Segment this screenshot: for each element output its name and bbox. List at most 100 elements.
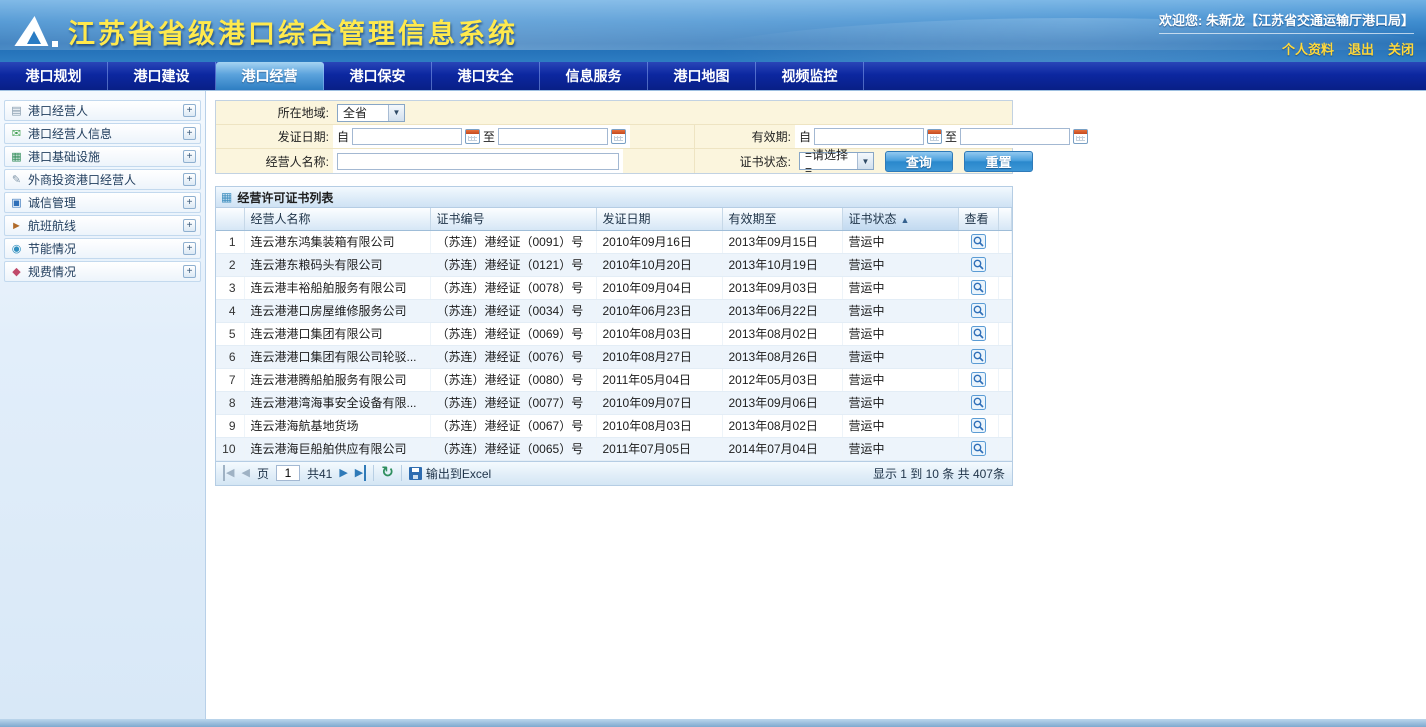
nav-tab-4[interactable]: 港口保安: [324, 62, 432, 90]
row-number: 8: [216, 391, 244, 414]
export-excel-button[interactable]: 输出到Excel: [409, 465, 491, 482]
view-detail-icon[interactable]: [970, 280, 986, 296]
sidebar-item-icon: ◆: [9, 265, 24, 278]
expand-plus-icon[interactable]: +: [183, 242, 196, 255]
expand-plus-icon[interactable]: +: [183, 219, 196, 232]
operator-name-cell: 连云港丰裕船舶服务有限公司: [244, 276, 430, 299]
view-detail-icon[interactable]: [970, 326, 986, 342]
validity-from-input[interactable]: [814, 128, 924, 145]
view-detail-icon[interactable]: [970, 372, 986, 388]
issue-date-to-input[interactable]: [498, 128, 608, 145]
calendar-icon[interactable]: [465, 129, 480, 144]
issue-date-cell: 2010年09月04日: [596, 276, 722, 299]
row-number: 10: [216, 437, 244, 460]
divider: [373, 465, 374, 481]
region-label: 所在地域:: [216, 104, 333, 121]
validity-to-input[interactable]: [960, 128, 1070, 145]
sidebar-item-2[interactable]: ✉港口经营人信息+: [4, 123, 201, 144]
refresh-button[interactable]: ↻: [381, 465, 394, 481]
sidebar-item-8[interactable]: ◆规费情况+: [4, 261, 201, 282]
cert-status-cell: 营运中: [842, 345, 958, 368]
sidebar-item-6[interactable]: ►航班航线+: [4, 215, 201, 236]
sidebar-item-1[interactable]: ▤港口经营人+: [4, 100, 201, 121]
filler-header: [998, 208, 1012, 230]
expand-plus-icon[interactable]: +: [183, 265, 196, 278]
cert-status-cell: 营运中: [842, 437, 958, 460]
main-content: 所在地域: 全省 ▼ 发证日期: 自: [206, 91, 1426, 719]
column-header-cert-status[interactable]: 证书状态▲: [842, 208, 958, 230]
sidebar-item-3[interactable]: ▦港口基础设施+: [4, 146, 201, 167]
operator-name-cell: 连云港东粮码头有限公司: [244, 253, 430, 276]
operator-name-cell: 连云港港口房屋维修服务公司: [244, 299, 430, 322]
view-detail-icon[interactable]: [970, 257, 986, 273]
cert-status-select[interactable]: =请选择= ▼: [799, 152, 874, 170]
prev-page-button[interactable]: ◀: [241, 465, 249, 481]
query-button[interactable]: 查询: [885, 151, 954, 172]
view-detail-icon[interactable]: [970, 349, 986, 365]
expand-plus-icon[interactable]: +: [183, 173, 196, 186]
expand-plus-icon[interactable]: +: [183, 104, 196, 117]
column-header-operator-name[interactable]: 经营人名称: [244, 208, 430, 230]
table-row[interactable]: 6连云港港口集团有限公司轮驳...（苏连）港经证（0076）号2010年08月2…: [216, 345, 1012, 368]
nav-tab-3[interactable]: 港口经营: [216, 62, 324, 90]
view-detail-icon[interactable]: [970, 418, 986, 434]
operator-name-cell: 连云港港湾海事安全设备有限...: [244, 391, 430, 414]
valid-until-cell: 2014年07月04日: [722, 437, 842, 460]
first-page-button[interactable]: ◀: [223, 465, 234, 481]
table-row[interactable]: 8连云港港湾海事安全设备有限...（苏连）港经证（0077）号2010年09月0…: [216, 391, 1012, 414]
expand-plus-icon[interactable]: +: [183, 196, 196, 209]
issue-date-from-input[interactable]: [352, 128, 462, 145]
profile-link[interactable]: 个人资料: [1282, 42, 1334, 57]
operator-name-cell: 连云港海巨船舶供应有限公司: [244, 437, 430, 460]
sidebar-item-7[interactable]: ◉节能情况+: [4, 238, 201, 259]
sidebar-item-4[interactable]: ✎外商投资港口经营人+: [4, 169, 201, 190]
nav-tab-5[interactable]: 港口安全: [432, 62, 540, 90]
nav-tab-1[interactable]: 港口规划: [0, 62, 108, 90]
view-detail-icon[interactable]: [970, 395, 986, 411]
table-row[interactable]: 10连云港海巨船舶供应有限公司（苏连）港经证（0065）号2011年07月05日…: [216, 437, 1012, 460]
nav-tab-6[interactable]: 信息服务: [540, 62, 648, 90]
issue-date-cell: 2010年08月03日: [596, 414, 722, 437]
region-select[interactable]: 全省 ▼: [337, 104, 405, 122]
expand-plus-icon[interactable]: +: [183, 127, 196, 140]
nav-tab-2[interactable]: 港口建设: [108, 62, 216, 90]
column-header-cert-number[interactable]: 证书编号: [430, 208, 596, 230]
filler-cell: [998, 230, 1012, 253]
cert-status-cell: 营运中: [842, 276, 958, 299]
grid-title: 经营许可证书列表: [237, 189, 333, 206]
sidebar-item-5[interactable]: ▣诚信管理+: [4, 192, 201, 213]
table-row[interactable]: 1连云港东鸿集装箱有限公司（苏连）港经证（0091）号2010年09月16日20…: [216, 230, 1012, 253]
column-header-valid-until[interactable]: 有效期至: [722, 208, 842, 230]
table-row[interactable]: 7连云港港腾船舶服务有限公司（苏连）港经证（0080）号2011年05月04日2…: [216, 368, 1012, 391]
record-count-summary: 显示 1 到 10 条 共 407条: [873, 465, 1005, 482]
expand-plus-icon[interactable]: +: [183, 150, 196, 163]
reset-button[interactable]: 重置: [964, 151, 1033, 172]
page-input[interactable]: [276, 465, 300, 481]
logout-link[interactable]: 退出: [1348, 42, 1374, 57]
divider: [401, 465, 402, 481]
close-link[interactable]: 关闭: [1388, 42, 1414, 57]
next-page-button[interactable]: ▶: [339, 465, 347, 481]
calendar-icon[interactable]: [927, 129, 942, 144]
nav-tab-8[interactable]: 视频监控: [756, 62, 864, 90]
view-detail-icon[interactable]: [970, 234, 986, 250]
view-detail-icon[interactable]: [970, 441, 986, 457]
view-detail-icon[interactable]: [970, 303, 986, 319]
column-header-issue-date[interactable]: 发证日期: [596, 208, 722, 230]
operator-name-input[interactable]: [337, 153, 619, 170]
valid-until-cell: 2013年08月02日: [722, 322, 842, 345]
operator-name-cell: 连云港港腾船舶服务有限公司: [244, 368, 430, 391]
table-row[interactable]: 2连云港东粮码头有限公司（苏连）港经证（0121）号2010年10月20日201…: [216, 253, 1012, 276]
issue-date-from-label: 自: [337, 128, 349, 145]
table-row[interactable]: 4连云港港口房屋维修服务公司（苏连）港经证（0034）号2010年06月23日2…: [216, 299, 1012, 322]
nav-tab-7[interactable]: 港口地图: [648, 62, 756, 90]
cert-status-cell: 营运中: [842, 322, 958, 345]
calendar-icon[interactable]: [611, 129, 626, 144]
table-row[interactable]: 3连云港丰裕船舶服务有限公司（苏连）港经证（0078）号2010年09月04日2…: [216, 276, 1012, 299]
issue-date-cell: 2010年10月20日: [596, 253, 722, 276]
column-header-view[interactable]: 查看: [958, 208, 998, 230]
table-row[interactable]: 9连云港海航基地货场（苏连）港经证（0067）号2010年08月03日2013年…: [216, 414, 1012, 437]
calendar-icon[interactable]: [1073, 129, 1088, 144]
table-row[interactable]: 5连云港港口集团有限公司（苏连）港经证（0069）号2010年08月03日201…: [216, 322, 1012, 345]
last-page-button[interactable]: ▶: [355, 465, 366, 481]
